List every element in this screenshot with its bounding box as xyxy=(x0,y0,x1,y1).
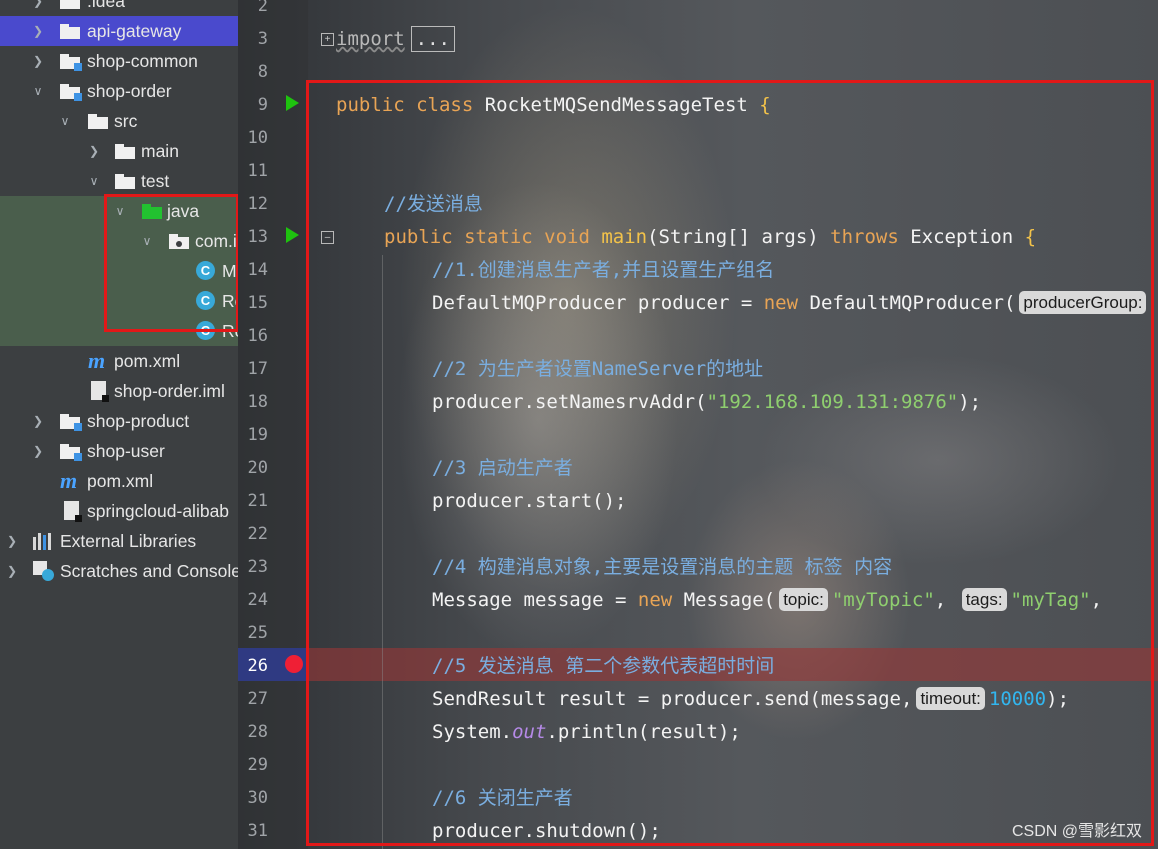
tree-item-label: pom.xml xyxy=(114,351,181,371)
line-number: 3 xyxy=(257,29,268,49)
tree-item-test[interactable]: ∨ test xyxy=(0,166,238,196)
breakpoint-icon[interactable] xyxy=(285,655,303,673)
tree-item-external-libraries[interactable]: ❯ External Libraries xyxy=(0,526,238,556)
chevron-right-icon[interactable]: ❯ xyxy=(31,0,45,16)
tree-item-shop-user[interactable]: ❯ shop-user xyxy=(0,436,238,466)
tree-item-api-gateway[interactable]: ❯ api-gateway xyxy=(0,16,238,46)
folder-icon xyxy=(115,144,135,159)
line-number: 12 xyxy=(247,194,268,214)
line-number: 30 xyxy=(247,788,268,808)
line-number: 17 xyxy=(247,359,268,379)
tree-item-label: shop-common xyxy=(87,51,198,71)
chevron-down-icon[interactable]: ∨ xyxy=(87,166,101,196)
folder-icon xyxy=(115,174,135,189)
line-number: 29 xyxy=(247,755,268,775)
chevron-right-icon[interactable]: ❯ xyxy=(31,46,45,76)
line-number: 9 xyxy=(257,95,268,115)
tree-item-root-pom[interactable]: m pom.xml xyxy=(0,466,238,496)
tree-item-scratches[interactable]: ❯ Scratches and Console xyxy=(0,556,238,586)
iml-file-icon xyxy=(91,381,109,402)
line-number: 16 xyxy=(247,326,268,346)
module-folder-icon xyxy=(60,414,82,431)
module-folder-icon xyxy=(60,444,82,461)
line-number: 24 xyxy=(247,590,268,610)
line-number: 26 xyxy=(247,656,268,676)
tree-item-pom[interactable]: m pom.xml xyxy=(0,346,238,376)
module-folder-icon xyxy=(60,54,82,71)
line-number: 10 xyxy=(247,128,268,148)
tree-item-shop-common[interactable]: ❯ shop-common xyxy=(0,46,238,76)
tree-item-iml[interactable]: shop-order.iml xyxy=(0,376,238,406)
annotation-box xyxy=(104,194,238,332)
folded-imports[interactable]: ... xyxy=(410,26,455,52)
line-number: 20 xyxy=(247,458,268,478)
tree-item-shop-order[interactable]: ∨ shop-order xyxy=(0,76,238,106)
line-number: 19 xyxy=(247,425,268,445)
line-number: 23 xyxy=(247,557,268,577)
project-tree: ❯ .idea ❯ api-gateway ❯ shop-common ∨ sh… xyxy=(0,0,238,849)
tree-item-label: shop-user xyxy=(87,441,165,461)
code-editor[interactable]: 2 3 8 9 10 11 12 13 14 15 16 17 18 19 20… xyxy=(238,0,1158,849)
tree-item-label: Scratches and Console xyxy=(60,561,238,581)
libraries-icon xyxy=(33,533,55,550)
run-class-icon[interactable] xyxy=(286,95,299,111)
tree-item-label: shop-order.iml xyxy=(114,381,225,401)
line-number: 28 xyxy=(247,722,268,742)
folder-icon xyxy=(60,24,80,39)
chevron-right-icon[interactable]: ❯ xyxy=(87,136,101,166)
scratches-icon xyxy=(33,561,55,581)
chevron-right-icon[interactable]: ❯ xyxy=(31,406,45,436)
import-keyword: import xyxy=(336,28,405,50)
code-line-3: import... xyxy=(336,23,455,56)
annotation-box xyxy=(306,80,1154,846)
folder-icon xyxy=(88,114,108,129)
iml-file-icon xyxy=(64,501,82,522)
line-number: 21 xyxy=(247,491,268,511)
folder-icon xyxy=(60,0,80,9)
line-number: 13 xyxy=(247,227,268,247)
chevron-down-icon[interactable]: ∨ xyxy=(31,76,45,106)
tree-item-label: pom.xml xyxy=(87,471,154,491)
tree-item-idea[interactable]: ❯ .idea xyxy=(0,0,238,16)
maven-icon: m xyxy=(60,468,78,493)
line-number: 14 xyxy=(247,260,268,280)
run-main-icon[interactable] xyxy=(286,227,299,243)
module-folder-icon xyxy=(60,84,82,101)
tree-item-shop-product[interactable]: ❯ shop-product xyxy=(0,406,238,436)
chevron-down-icon[interactable]: ∨ xyxy=(58,106,72,136)
tree-item-src[interactable]: ∨ src xyxy=(0,106,238,136)
tree-item-main[interactable]: ❯ main xyxy=(0,136,238,166)
chevron-right-icon[interactable]: ❯ xyxy=(31,16,45,46)
watermark: CSDN @雪影红双 xyxy=(1011,823,1142,840)
tree-item-label: main xyxy=(141,141,179,161)
tree-item-label: springcloud-alibab xyxy=(87,501,230,521)
line-number: 11 xyxy=(247,161,268,181)
tree-item-label: src xyxy=(114,111,138,131)
line-number: 2 xyxy=(257,0,268,16)
fold-expand-icon[interactable]: + xyxy=(321,33,334,46)
tree-item-root-iml[interactable]: springcloud-alibab xyxy=(0,496,238,526)
tree-item-label: shop-order xyxy=(87,81,172,101)
tree-item-label: .idea xyxy=(87,0,125,11)
maven-icon: m xyxy=(88,348,106,373)
tree-item-label: shop-product xyxy=(87,411,190,431)
line-number: 8 xyxy=(257,62,268,82)
line-number: 18 xyxy=(247,392,268,412)
line-number: 31 xyxy=(247,821,268,841)
tree-item-label: api-gateway xyxy=(87,21,182,41)
line-number: 22 xyxy=(247,524,268,544)
chevron-right-icon[interactable]: ❯ xyxy=(31,436,45,466)
line-number: 27 xyxy=(247,689,268,709)
chevron-right-icon[interactable]: ❯ xyxy=(5,556,19,586)
tree-item-label: test xyxy=(141,171,170,191)
chevron-right-icon[interactable]: ❯ xyxy=(5,526,19,556)
tree-item-label: External Libraries xyxy=(60,531,197,551)
line-number: 25 xyxy=(247,623,268,643)
line-number: 15 xyxy=(247,293,268,313)
